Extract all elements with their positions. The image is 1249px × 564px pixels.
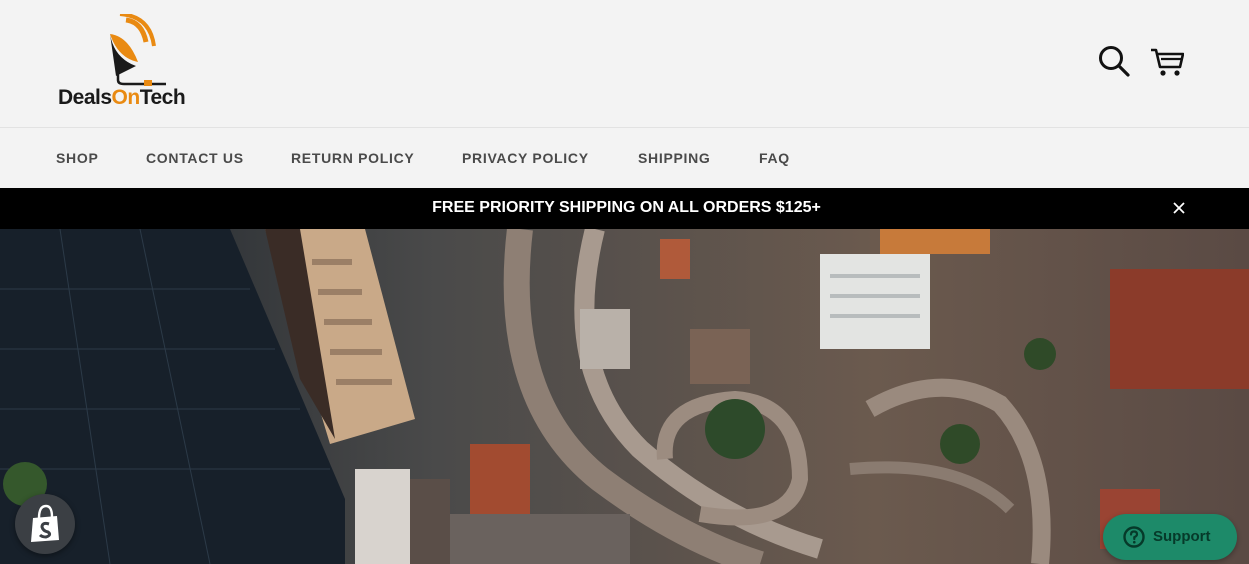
search-icon[interactable] bbox=[1097, 44, 1131, 78]
satellite-dish-icon bbox=[110, 14, 166, 86]
nav-item-shipping[interactable]: SHIPPING bbox=[638, 150, 711, 166]
hero-banner[interactable] bbox=[0, 229, 1249, 564]
nav-item-faq[interactable]: FAQ bbox=[759, 150, 790, 166]
support-button[interactable]: Support bbox=[1103, 514, 1237, 560]
announcement-text: FREE PRIORITY SHIPPING ON ALL ORDERS $12… bbox=[432, 199, 821, 216]
brand-name: DealsOnTech bbox=[58, 86, 186, 109]
nav-item-return-policy[interactable]: RETURN POLICY bbox=[291, 150, 414, 166]
nav-item-privacy-policy[interactable]: PRIVACY POLICY bbox=[462, 150, 589, 166]
nav-item-contact-us[interactable]: CONTACT US bbox=[146, 150, 244, 166]
support-label: Support bbox=[1153, 528, 1211, 545]
cart-icon[interactable] bbox=[1150, 44, 1184, 78]
hero-image bbox=[0, 229, 1249, 564]
site-header: DealsOnTech bbox=[0, 0, 1249, 128]
close-icon[interactable] bbox=[1171, 200, 1187, 216]
shopify-bag-icon bbox=[31, 504, 59, 542]
nav-item-shop[interactable]: SHOP bbox=[56, 150, 98, 166]
main-nav: SHOP CONTACT US RETURN POLICY PRIVACY PO… bbox=[0, 129, 1249, 188]
announcement-bar: FREE PRIORITY SHIPPING ON ALL ORDERS $12… bbox=[0, 188, 1249, 229]
brand-logo[interactable]: DealsOnTech bbox=[56, 14, 210, 110]
shopify-chat-button[interactable] bbox=[15, 494, 75, 554]
help-icon bbox=[1123, 526, 1145, 548]
